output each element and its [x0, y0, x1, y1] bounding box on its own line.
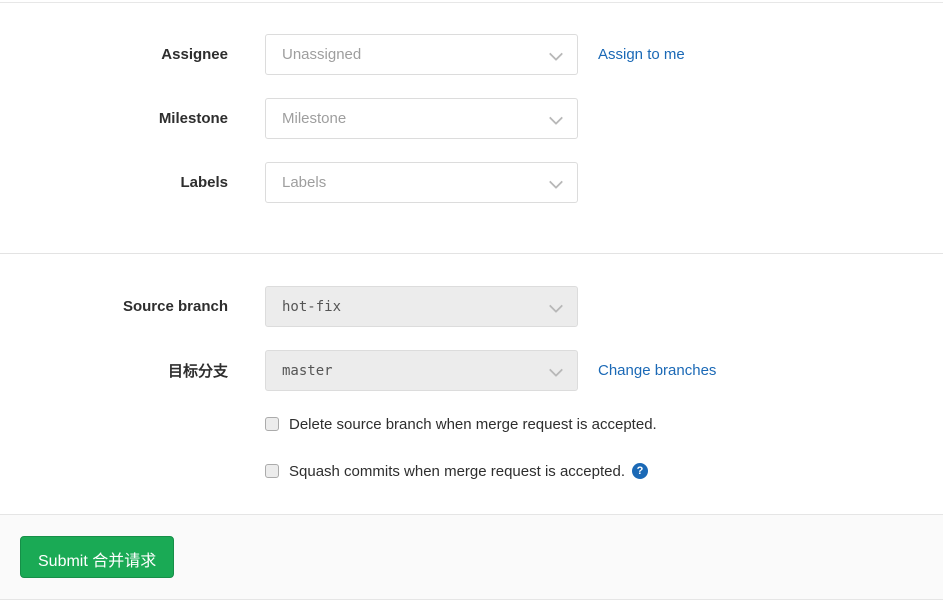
squash-commits-checkbox[interactable] [265, 464, 279, 478]
assignee-label: Assignee [0, 46, 228, 63]
squash-commits-label[interactable]: Squash commits when merge request is acc… [289, 463, 625, 480]
chevron-down-icon [551, 113, 560, 122]
chevron-down-icon [551, 177, 560, 186]
source-branch-label: Source branch [0, 298, 228, 315]
submit-merge-request-button[interactable]: Submit 合并请求 [20, 536, 174, 578]
merge-request-form-page: Assignee Unassigned Assign to me Milesto… [0, 0, 943, 614]
labels-dropdown[interactable]: Labels [265, 162, 578, 203]
target-branch-row: 目标分支 master Change branches [0, 350, 943, 391]
delete-source-branch-label[interactable]: Delete source branch when merge request … [289, 416, 657, 433]
form-actions-footer: Submit 合并请求 [0, 514, 943, 600]
target-branch-label: 目标分支 [0, 360, 228, 381]
change-branches-link[interactable]: Change branches [598, 362, 716, 379]
source-branch-dropdown-value: hot-fix [282, 299, 341, 315]
milestone-row: Milestone Milestone [0, 98, 943, 139]
help-icon[interactable]: ? [632, 463, 648, 479]
assignee-dropdown-value: Unassigned [282, 46, 361, 63]
labels-dropdown-value: Labels [282, 174, 326, 191]
assignee-dropdown[interactable]: Unassigned [265, 34, 578, 75]
delete-source-branch-row: Delete source branch when merge request … [265, 414, 943, 434]
delete-source-branch-checkbox[interactable] [265, 417, 279, 431]
target-branch-dropdown-value: master [282, 363, 333, 379]
chevron-down-icon [551, 365, 560, 374]
milestone-dropdown-value: Milestone [282, 110, 346, 127]
milestone-label: Milestone [0, 110, 228, 127]
metadata-section: Assignee Unassigned Assign to me Milesto… [0, 2, 943, 600]
labels-label: Labels [0, 174, 228, 191]
assign-to-me-link[interactable]: Assign to me [598, 46, 685, 63]
source-branch-row: Source branch hot-fix [0, 286, 943, 327]
milestone-dropdown[interactable]: Milestone [265, 98, 578, 139]
labels-row: Labels Labels [0, 162, 943, 203]
chevron-down-icon [551, 49, 560, 58]
branches-section: Source branch hot-fix 目标分支 master Change… [0, 254, 943, 481]
target-branch-dropdown[interactable]: master [265, 350, 578, 391]
chevron-down-icon [551, 301, 560, 310]
source-branch-dropdown[interactable]: hot-fix [265, 286, 578, 327]
squash-commits-row: Squash commits when merge request is acc… [265, 461, 943, 481]
assignee-row: Assignee Unassigned Assign to me [0, 34, 943, 75]
